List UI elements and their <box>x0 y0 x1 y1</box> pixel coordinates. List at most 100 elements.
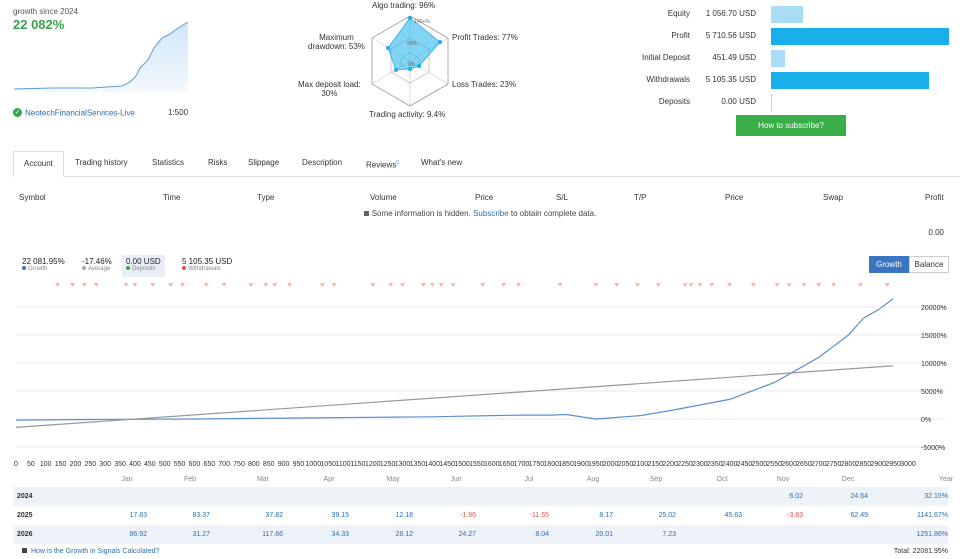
x-tick-label: 600 <box>189 461 201 468</box>
stat-label: Initial Deposit <box>641 53 690 62</box>
summary-withdrawals-label: Withdrawals <box>188 266 221 272</box>
y-tick-label: 20000% <box>921 305 947 312</box>
average-dot-icon <box>82 266 86 271</box>
marker-triangle <box>557 283 563 287</box>
x-tick-label: 50 <box>27 461 35 468</box>
radar-label-profit-trades: Profit Trades: 77% <box>452 33 518 42</box>
year-label: 2024 <box>17 493 33 500</box>
marker-triangle <box>150 283 156 287</box>
marker-triangle <box>450 283 456 287</box>
marker-triangle <box>272 283 278 287</box>
x-tick-label: 1650 <box>499 461 515 468</box>
x-tick-label: 1800 <box>543 461 559 468</box>
x-tick-label: 350 <box>114 461 126 468</box>
x-tick-label: 2500 <box>752 461 768 468</box>
month-value: 17.83 <box>129 512 147 519</box>
x-tick-label: 2600 <box>781 461 797 468</box>
col-tp: T/P <box>634 193 647 202</box>
col-profit: Profit <box>925 193 944 202</box>
how-to-subscribe-button[interactable]: How to subscribe? <box>736 115 846 136</box>
tab-slippage[interactable]: Slippage <box>238 151 289 177</box>
marker-triangle <box>319 283 325 287</box>
marker-triangle <box>429 283 435 287</box>
marker-triangle <box>884 283 890 287</box>
tab-whats-new[interactable]: What's new <box>411 151 472 177</box>
tab-account[interactable]: Account <box>13 151 64 177</box>
summary-withdrawals-value: 5 105.35 USD <box>182 257 233 266</box>
balance-toggle-button[interactable]: Balance <box>909 256 949 273</box>
x-tick-label: 1500 <box>454 461 470 468</box>
x-tick-label: 450 <box>144 461 156 468</box>
growth-toggle-button[interactable]: Growth <box>869 256 909 273</box>
deposits-dot-icon <box>126 266 130 271</box>
y-tick-label: 10000% <box>921 361 947 368</box>
summary-deposits-value: 0.00 USD <box>126 257 161 266</box>
month-value: 86.92 <box>129 531 147 538</box>
stat-value: 5 105.35 USD <box>705 75 756 84</box>
month-value: 34.33 <box>331 531 349 538</box>
month-value: 28.12 <box>395 531 413 538</box>
stat-label: Deposits <box>658 97 690 106</box>
month-value: 20.01 <box>595 531 613 538</box>
x-tick-label: 1050 <box>320 461 336 468</box>
radar-label-drawdown: Maximum drawdown: 53% <box>308 33 365 51</box>
lock-icon <box>363 211 369 216</box>
x-tick-label: 1350 <box>410 461 426 468</box>
x-tick-label: 650 <box>203 461 215 468</box>
leverage-value: 1:500 <box>168 108 189 117</box>
x-tick-label: 900 <box>278 461 290 468</box>
mini-growth-chart <box>13 21 189 92</box>
month-value: 39.15 <box>331 512 349 519</box>
month-value: 45.63 <box>724 512 742 519</box>
month-value: 1141.67% <box>916 512 948 519</box>
marker-triangle <box>203 283 209 287</box>
month-value: 6.02 <box>789 493 803 500</box>
x-tick-label: 1100 <box>336 461 351 468</box>
tab-description[interactable]: Description <box>292 151 352 177</box>
marker-triangle <box>593 283 599 287</box>
x-tick-label: 200 <box>70 461 82 468</box>
month-value: 31.27 <box>192 531 210 538</box>
x-tick-label: 2050 <box>618 461 634 468</box>
growth-chart: 20000%15000%10000%5000%0%-5000%0 50 100 150… <box>14 283 947 468</box>
monthly-row: 2025 17.83 83.37 37.82 39.15 12.18 -1.86 -11.55… <box>13 506 948 525</box>
stat-bar <box>771 50 786 67</box>
subscribe-link[interactable]: Subscribe <box>473 209 509 218</box>
mini-growth-area <box>14 22 188 92</box>
month-value: 37.82 <box>265 512 283 519</box>
x-tick-label: 2000 <box>603 461 619 468</box>
marker-triangle <box>420 283 426 287</box>
stats-panel: Equity 1 056.70 USD Profit 5 710.56 USD Init… <box>630 6 960 111</box>
month-value: 8.04 <box>535 531 549 538</box>
x-tick-label: 1600 <box>484 461 500 468</box>
radar-point <box>394 68 398 72</box>
growth-calc-link[interactable]: How is the Growth in Signals Calculated? <box>22 548 159 555</box>
x-tick-label: 2200 <box>662 461 678 468</box>
marker-triangle <box>55 283 61 287</box>
marker-triangle <box>81 283 87 287</box>
x-tick-label: 0 <box>14 461 18 468</box>
tab-risks[interactable]: Risks <box>198 151 238 177</box>
year-label: 2026 <box>17 531 33 538</box>
marker-triangle <box>69 283 75 287</box>
summary-deposits[interactable]: 0.00 USD Deposits <box>122 255 165 277</box>
y-tick-label: 0% <box>921 417 931 424</box>
month-value: 7.23 <box>662 531 676 538</box>
account-name-link[interactable]: NeotechFinancialServices-Live <box>25 108 135 117</box>
tab-statistics[interactable]: Statistics <box>142 151 194 177</box>
tab-reviews[interactable]: Reviews0 <box>356 151 409 177</box>
radar-point <box>408 16 412 20</box>
stat-label: Withdrawals <box>646 75 690 84</box>
x-tick-label: 1450 <box>439 461 455 468</box>
stat-value: 451.49 USD <box>712 53 756 62</box>
x-tick-label: 950 <box>293 461 305 468</box>
tab-trading-history[interactable]: Trading history <box>65 151 138 177</box>
tab-reviews-label: Reviews <box>366 160 397 170</box>
stat-bar <box>771 72 930 89</box>
x-tick-label: 2450 <box>737 461 753 468</box>
marker-triangle <box>263 283 269 287</box>
account-row[interactable]: ✓ NeotechFinancialServices-Live <box>13 108 135 118</box>
radar-point <box>438 40 442 44</box>
x-tick-label: 400 <box>129 461 141 468</box>
x-tick-label: 2550 <box>766 461 782 468</box>
